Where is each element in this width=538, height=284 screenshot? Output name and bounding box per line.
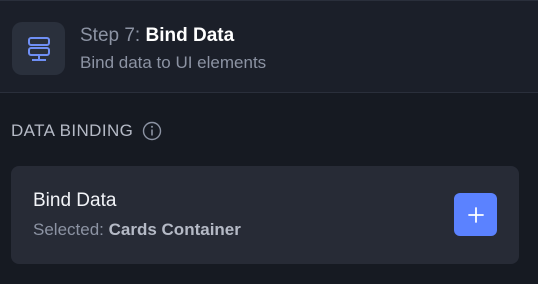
selected-element-label: Selected: Cards Container xyxy=(33,219,241,241)
info-icon[interactable] xyxy=(142,121,162,141)
selected-value: Cards Container xyxy=(108,220,241,239)
step-name: Bind Data xyxy=(145,25,235,46)
step-icon-box xyxy=(12,22,65,75)
plus-icon xyxy=(467,206,484,223)
step-subtitle: Bind data to UI elements xyxy=(80,53,267,72)
database-stack-icon xyxy=(27,36,50,61)
bind-card-title: Bind Data xyxy=(33,190,117,211)
section-heading: DATA BINDING xyxy=(11,120,162,142)
step-header: Step 7: Bind Data Bind data to UI elemen… xyxy=(0,0,538,93)
bind-data-card: Bind Data Selected: Cards Container xyxy=(11,166,519,264)
step-prefix: Step 7: xyxy=(80,25,141,46)
step-title: Step 7: Bind Data xyxy=(80,23,234,49)
add-binding-button[interactable] xyxy=(454,193,497,236)
section-title: DATA BINDING xyxy=(11,121,134,140)
selected-prefix: Selected: xyxy=(33,220,104,239)
